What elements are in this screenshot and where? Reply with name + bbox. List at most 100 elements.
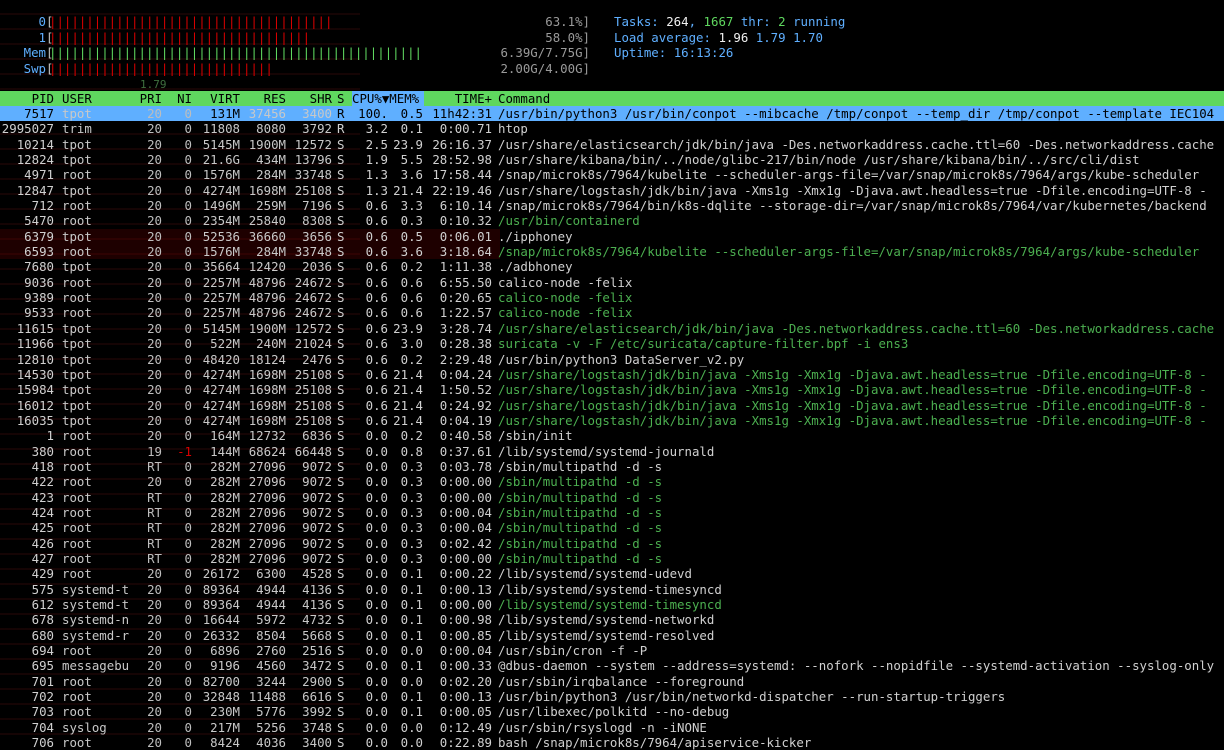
cell-s: S (337, 612, 345, 628)
col-pri[interactable]: PRI (138, 91, 162, 106)
table-row[interactable]: 423 root RT 0 282M 27096 9072 S 0.0 0.3 0:00.00/sb… (0, 490, 1224, 505)
table-row[interactable]: 702 root 20 0 32848 11488 6616 S 0.0 0.1 0:00.13/u… (0, 689, 1224, 704)
table-row[interactable]: 12847 tpot 20 0 4274M 1698M 25108 S 1.3 21.4 22:19… (0, 183, 1224, 198)
cell-pid: 612 (31, 597, 54, 612)
table-row[interactable]: 380 root 19 -1 144M 68624 66448 S 0.0 0.8 0:37.61 /… (0, 444, 1224, 459)
cell-cmd: ./ipphoney (498, 228, 573, 244)
col-virt[interactable]: VIRT (196, 91, 240, 106)
table-row[interactable]: 678 systemd-n 20 0 16644 5972 4732 S 0.0 0.1 0:00.… (0, 612, 1224, 627)
col-shr[interactable]: SHR (290, 91, 332, 106)
table-row[interactable]: 429 root 20 0 26172 6300 4528 S 0.0 0.1 0:00.22/li… (0, 566, 1224, 581)
table-row[interactable]: 10214 tpot 20 0 5145M 1900M 12572 S 2.5 23.9 26:16… (0, 137, 1224, 152)
cell-pri: 20 (147, 581, 162, 597)
table-row[interactable]: 425 root RT 0 282M 27096 9072 S 0.0 0.3 0:00.04/sb… (0, 520, 1224, 535)
col-time[interactable]: TIME+ (428, 91, 492, 106)
cell-res: 1698M (248, 382, 286, 398)
table-row[interactable]: 575 systemd-t 20 0 89364 4944 4136 S 0.0 0.1 0:00.… (0, 582, 1224, 597)
table-row[interactable]: 701 root 20 0 82700 3244 2900 S 0.0 0.0 0:02.20/us… (0, 674, 1224, 689)
col-pid[interactable]: PID (0, 91, 54, 106)
table-row[interactable]: 12824 tpot 20 0 21.6G 434M 13796 S 1.9 5.5 28:52.9… (0, 152, 1224, 167)
cell-shr: 2900 (302, 673, 332, 689)
table-row-selected[interactable]: 7517 tpot 20 0 131M 37456 3400 R 100. 0.5 11h42:31… (0, 106, 1224, 122)
table-row[interactable]: 16035 tpot 20 0 4274M 1698M 25108 S 0.6 21.4 0:04.… (0, 413, 1224, 428)
cell-pid: 424 (31, 504, 54, 520)
cell-shr: 25108 (294, 412, 332, 428)
cell-ni: 0 (184, 428, 192, 444)
table-row[interactable]: 4971 root 20 0 1576M 284M 33748 S 1.3 3.6 17:58.44… (0, 167, 1224, 182)
table-row[interactable]: 695 messagebu 20 0 9196 4560 3472 S 0.0 0.1 0:00.3… (0, 658, 1224, 673)
cell-res: 1900M (248, 136, 286, 152)
table-row[interactable]: 6379 tpot 20 0 52536 36660 3656 S 0.6 0.5 0:06.01.… (0, 228, 1224, 245)
cell-res: 27096 (248, 535, 286, 551)
cell-virt: 1576M (202, 244, 240, 260)
cell-cmd: /usr/share/logstash/jdk/bin/java -Xms1g … (498, 412, 1207, 428)
table-row[interactable]: 424 root RT 0 282M 27096 9072 S 0.0 0.3 0:00.04/sb… (0, 505, 1224, 520)
table-row[interactable]: 14530 tpot 20 0 4274M 1698M 25108 S 0.6 21.4 0:04.… (0, 367, 1224, 382)
cell-s: S (337, 336, 345, 352)
col-ni[interactable]: NI (168, 91, 192, 106)
cell-cpu: 0.6 (365, 412, 388, 428)
cell-pid: 422 (31, 474, 54, 490)
cell-pri: 20 (147, 351, 162, 367)
cell-res: 5776 (256, 704, 286, 720)
cell-ni: 0 (184, 566, 192, 582)
cell-mem: 0.1 (400, 704, 423, 720)
cell-cpu: 2.5 (365, 136, 388, 152)
table-row[interactable]: 427 root RT 0 282M 27096 9072 S 0.0 0.3 0:00.00/sb… (0, 551, 1224, 566)
table-row[interactable]: 712 root 20 0 1496M 259M 7196 S 0.6 3.3 6:10.14/sn… (0, 198, 1224, 213)
cell-user: syslog (62, 719, 107, 735)
table-row[interactable]: 703 root 20 0 230M 5776 3992 S 0.0 0.1 0:00.05/usr… (0, 704, 1224, 719)
cell-cpu: 0.0 (365, 719, 388, 735)
table-row[interactable]: 11615 tpot 20 0 5145M 1900M 12572 S 0.6 23.9 3:28.… (0, 321, 1224, 336)
cell-pid: 425 (31, 520, 54, 536)
col-cpu-mem-sorted[interactable]: CPU%▼MEM% (352, 91, 424, 107)
cell-mem: 0.1 (400, 121, 423, 137)
table-row[interactable]: 612 systemd-t 20 0 89364 4944 4136 S 0.0 0.1 0:00.… (0, 597, 1224, 612)
table-row[interactable]: 9533 root 20 0 2257M 48796 24672 S 0.6 0.6 1:22.57… (0, 305, 1224, 320)
table-row[interactable]: 15984 tpot 20 0 4274M 1698M 25108 S 0.6 21.4 1:50.… (0, 382, 1224, 397)
table-row[interactable]: 2995027 trim 20 0 11808 8080 3792 R 3.2 0.1 0:00.7… (0, 121, 1224, 136)
cell-user: root (62, 566, 92, 582)
cell-pri: RT (147, 550, 162, 566)
col-user[interactable]: USER (62, 91, 138, 106)
cell-time: 0:00.05 (439, 704, 492, 720)
cell-pid: 423 (31, 489, 54, 505)
table-row[interactable]: 11966 tpot 20 0 522M 240M 21024 S 0.6 3.0 0:28.38 s… (0, 336, 1224, 351)
table-row[interactable]: 7680 tpot 20 0 35664 12420 2036 S 0.6 0.2 1:11.38.… (0, 259, 1224, 274)
cell-s: S (337, 689, 345, 705)
cell-pri: 20 (147, 412, 162, 428)
cell-res: 8504 (256, 627, 286, 643)
cell-ni: 0 (184, 336, 192, 352)
col-res[interactable]: RES (244, 91, 286, 106)
table-row[interactable]: 1 root 20 0 164M 12732 6836 S 0.0 0.2 0:40.58/sbin… (0, 428, 1224, 443)
cell-user: root (62, 428, 92, 444)
cell-mem: 0.1 (400, 627, 423, 643)
table-row[interactable]: 706 root 20 0 8424 4036 3400 S 0.0 0.0 0:22.89 bash… (0, 735, 1224, 750)
table-row[interactable]: 418 root RT 0 282M 27096 9072 S 0.0 0.3 0:03.78/sb… (0, 459, 1224, 474)
col-command[interactable]: Command (498, 91, 1224, 106)
cell-res: 12420 (248, 259, 286, 275)
cell-res: 25840 (248, 213, 286, 229)
cell-shr: 3748 (302, 719, 332, 735)
table-row[interactable]: 680 systemd-r 20 0 26332 8504 5668 S 0.0 0.1 0:00.… (0, 628, 1224, 643)
table-row[interactable]: 16012 tpot 20 0 4274M 1698M 25108 S 0.6 21.4 0:24.… (0, 398, 1224, 413)
cell-user: root (62, 489, 92, 505)
cell-ni: 0 (184, 213, 192, 229)
table-row[interactable]: 9036 root 20 0 2257M 48796 24672 S 0.6 0.6 6:55.50… (0, 275, 1224, 290)
cell-mem: 23.9 (393, 320, 423, 336)
cell-s: S (337, 627, 345, 643)
cell-cmd: calico-node -felix (498, 274, 633, 290)
cell-cmd: /lib/systemd/systemd-udevd (498, 566, 692, 582)
cell-mem: 21.4 (393, 412, 423, 428)
cell-ni: 0 (184, 719, 192, 735)
table-row[interactable]: 9389 root 20 0 2257M 48796 24672 S 0.6 0.6 0:20.65… (0, 290, 1224, 305)
cell-pid: 575 (31, 581, 54, 597)
table-row[interactable]: 6593 root 20 0 1576M 284M 33748 S 0.6 3.6 3:18.64 /… (0, 244, 1224, 260)
table-row[interactable]: 5470 root 20 0 2354M 25840 8308 S 0.6 0.3 0:10.32 /… (0, 213, 1224, 228)
col-state[interactable]: S (337, 91, 347, 106)
table-row[interactable]: 426 root RT 0 282M 27096 9072 S 0.0 0.3 0:02.42/sb… (0, 536, 1224, 551)
table-row[interactable]: 422 root 20 0 282M 27096 9072 S 0.0 0.3 0:00.00/sb… (0, 474, 1224, 489)
table-row[interactable]: 704 syslog 20 0 217M 5256 3748 S 0.0 0.0 0:12.49/u… (0, 720, 1224, 735)
table-row[interactable]: 694 root 20 0 6896 2760 2516 S 0.0 0.0 0:00.04/usr… (0, 643, 1224, 658)
table-row[interactable]: 12810 tpot 20 0 48420 18124 2476 S 0.6 0.2 2:29.48… (0, 352, 1224, 367)
